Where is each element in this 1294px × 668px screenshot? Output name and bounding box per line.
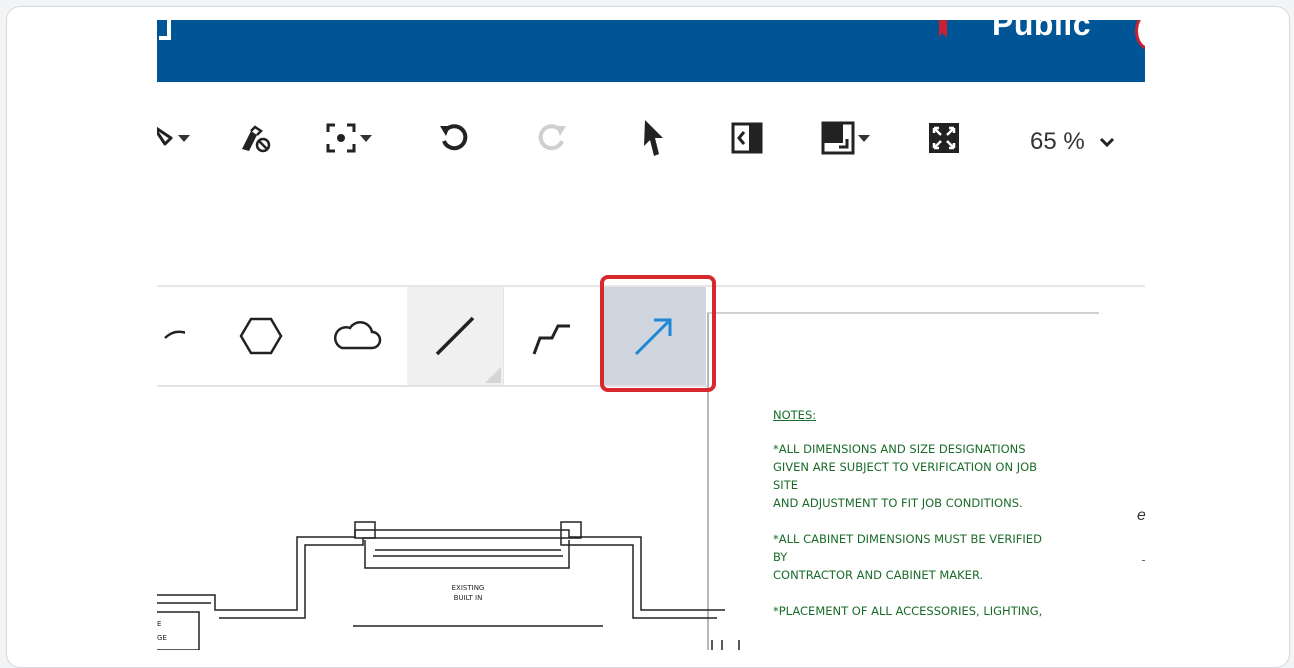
cloud-icon — [333, 321, 382, 350]
undo-button[interactable] — [437, 118, 471, 158]
arc-icon — [164, 330, 185, 339]
chevron-down-icon — [1099, 137, 1114, 148]
layout-dropdown-button[interactable] — [821, 118, 870, 158]
note-line: AND ADJUSTMENT TO FIT JOB CONDITIONS. — [773, 496, 1023, 510]
focus-icon — [326, 123, 356, 153]
polyline-icon — [532, 324, 570, 355]
floor-plan-drawing: EXISTING BUILT IN E GE — [157, 521, 740, 650]
left-label-top: E — [157, 620, 161, 628]
markup-toolbar: 65 % — [157, 90, 1145, 180]
cloud-tool-button[interactable] — [309, 287, 405, 385]
plan-notes: NOTES: *ALL DIMENSIONS AND SIZE DESIGNAT… — [773, 406, 1113, 620]
note-item: *ALL DIMENSIONS AND SIZE DESIGNATIONS GI… — [773, 440, 1113, 512]
focus-dropdown-button[interactable] — [325, 118, 372, 158]
pen-dropdown-button[interactable] — [157, 118, 190, 158]
eraser-button[interactable] — [239, 118, 273, 158]
zoom-value: 65 % — [1030, 128, 1085, 155]
chevron-down-icon — [858, 134, 870, 142]
chevron-down-icon — [178, 134, 190, 142]
hexagon-icon — [239, 317, 283, 355]
note-line: *ALL CABINET DIMENSIONS MUST BE VERIFIED — [773, 532, 1042, 546]
panel-collapse-icon — [731, 122, 763, 154]
title-block-fragment: e — [1137, 507, 1145, 525]
eraser-icon — [242, 125, 271, 153]
note-line: *ALL DIMENSIONS AND SIZE DESIGNATIONS — [773, 442, 1026, 456]
note-line: CONTRACTOR AND CABINET MAKER. — [773, 568, 984, 582]
zoom-select[interactable]: 65 % — [1030, 128, 1115, 156]
layout-icon — [821, 121, 855, 155]
note-line: GIVEN ARE SUBJECT TO VERIFICATION ON JOB — [773, 460, 1038, 474]
note-line: BY — [773, 550, 788, 564]
note-item: *PLACEMENT OF ALL ACCESSORIES, LIGHTING, — [773, 602, 1113, 620]
existing-label-line1: EXISTING — [452, 584, 485, 592]
title-block-rule — [1142, 560, 1145, 561]
note-line: *PLACEMENT OF ALL ACCESSORIES, LIGHTING, — [773, 604, 1043, 618]
app-header: Public — [157, 20, 1145, 82]
note-item: *ALL CABINET DIMENSIONS MUST BE VERIFIED… — [773, 530, 1113, 584]
logo-icon — [159, 20, 171, 40]
pen-icon — [157, 126, 173, 146]
flag-icon — [939, 20, 947, 38]
line-tool-button[interactable] — [407, 287, 503, 385]
screenshot-card: Public 65 % EXISTING BUILT IN E GE NOTES… — [6, 6, 1290, 668]
redo-icon — [538, 124, 566, 151]
hexagon-tool-button[interactable] — [213, 287, 309, 385]
polyline-tool-button[interactable] — [504, 287, 600, 385]
cursor-icon — [644, 120, 663, 156]
avatar[interactable] — [1135, 20, 1145, 50]
panel-collapse-button[interactable] — [731, 118, 763, 158]
notes-title: NOTES: — [773, 408, 817, 422]
existing-label-line2: BUILT IN — [454, 594, 483, 602]
arrow-tool-highlight — [600, 275, 716, 392]
line-icon — [435, 316, 475, 356]
arc-tool-button[interactable] — [157, 287, 213, 385]
fit-screen-icon — [929, 123, 959, 153]
fit-screen-button[interactable] — [927, 118, 961, 158]
submenu-indicator — [485, 367, 501, 383]
public-label[interactable]: Public — [992, 20, 1091, 43]
left-label-bottom: GE — [157, 634, 167, 642]
note-line: SITE — [773, 478, 798, 492]
redo-button[interactable] — [535, 118, 569, 158]
undo-icon — [440, 124, 468, 151]
chevron-down-icon — [360, 134, 372, 142]
select-button[interactable] — [639, 118, 667, 158]
